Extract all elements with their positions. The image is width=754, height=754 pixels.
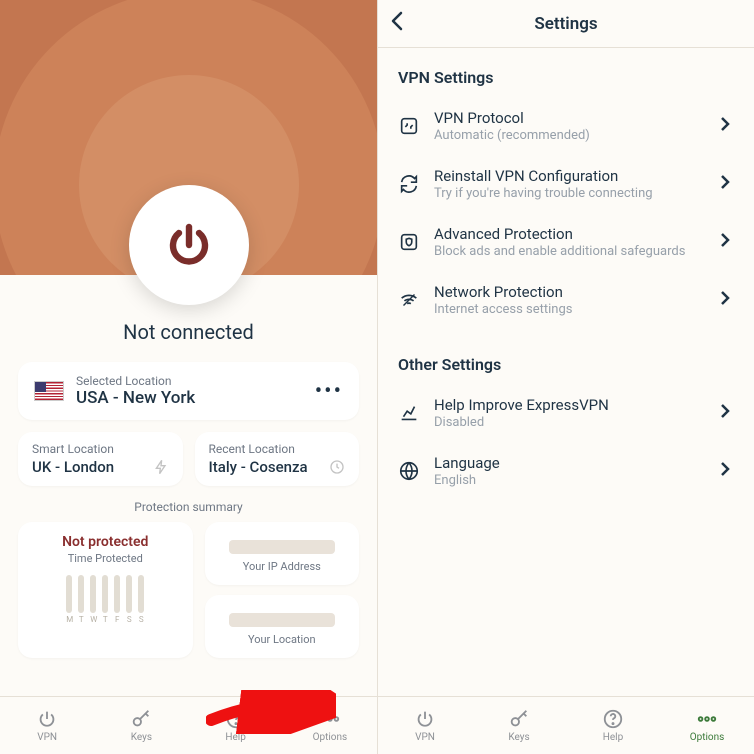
section-title: Other Settings (398, 355, 734, 374)
chevron-right-icon (716, 115, 734, 137)
bottom-nav-right: VPN Keys Help Options (378, 696, 754, 754)
ip-address-card[interactable]: Your IP Address (205, 522, 360, 585)
item-subtitle: Automatic (recommended) (434, 128, 702, 143)
globe-icon (398, 460, 420, 482)
settings-pane: Settings VPN Settings VPN ProtocolAutomat… (377, 0, 754, 754)
key-icon (130, 708, 152, 730)
protocol-icon (398, 115, 420, 137)
item-subtitle: Try if you're having trouble connecting (434, 186, 702, 201)
chevron-left-icon (390, 11, 404, 31)
connect-button[interactable] (129, 185, 249, 305)
nav-help[interactable]: Help (189, 697, 283, 754)
more-icon (319, 708, 341, 730)
nav-vpn[interactable]: VPN (0, 697, 94, 754)
nav-keys[interactable]: Keys (94, 697, 188, 754)
settings-header: Settings (378, 0, 754, 48)
ip-label: Your IP Address (215, 560, 350, 573)
back-button[interactable] (390, 11, 404, 37)
wifi-icon (398, 289, 420, 311)
nav-vpn[interactable]: VPN (378, 697, 472, 754)
shield-icon (398, 231, 420, 253)
location-blurred (229, 613, 336, 627)
not-protected-title: Not protected (28, 534, 183, 550)
smart-location-value: UK - London (32, 458, 114, 476)
item-title: VPN Protocol (434, 109, 702, 127)
settings-item-wifi[interactable]: Network ProtectionInternet access settin… (398, 271, 734, 329)
flag-icon (34, 381, 64, 401)
selected-location-menu[interactable]: ••• (315, 379, 343, 404)
settings-section: Other Settings Help Improve ExpressVPNDis… (378, 335, 754, 506)
item-subtitle: Internet access settings (434, 302, 702, 317)
chevron-right-icon (716, 173, 734, 195)
power-icon (36, 708, 58, 730)
power-icon (414, 708, 436, 730)
smart-location-card[interactable]: Smart Location UK - London (18, 432, 183, 486)
settings-item-chart[interactable]: Help Improve ExpressVPNDisabled (398, 384, 734, 442)
smart-location-label: Smart Location (32, 442, 169, 456)
item-subtitle: Block ads and enable additional safeguar… (434, 244, 702, 259)
item-title: Language (434, 454, 702, 472)
chevron-right-icon (716, 402, 734, 424)
chevron-right-icon (716, 231, 734, 253)
protection-summary-title: Protection summary (18, 500, 359, 514)
selected-location-value: USA - New York (76, 388, 195, 408)
item-title: Help Improve ExpressVPN (434, 396, 702, 414)
your-location-card[interactable]: Your Location (205, 595, 360, 658)
nav-options[interactable]: Options (283, 697, 377, 754)
item-subtitle: Disabled (434, 415, 702, 430)
settings-section: VPN Settings VPN ProtocolAutomatic (recom… (378, 48, 754, 335)
chart-icon (398, 402, 420, 424)
reinstall-icon (398, 173, 420, 195)
section-title: VPN Settings (398, 68, 734, 87)
selected-location-label: Selected Location (76, 374, 195, 388)
more-icon (696, 708, 718, 730)
settings-item-reinstall[interactable]: Reinstall VPN ConfigurationTry if you're… (398, 155, 734, 213)
your-location-label: Your Location (215, 633, 350, 646)
recent-location-value: Italy - Cosenza (209, 458, 308, 476)
settings-title: Settings (534, 14, 597, 34)
item-title: Advanced Protection (434, 225, 702, 243)
chevron-right-icon (716, 289, 734, 311)
item-title: Reinstall VPN Configuration (434, 167, 702, 185)
key-icon (508, 708, 530, 730)
settings-item-globe[interactable]: LanguageEnglish (398, 442, 734, 500)
connection-status: Not connected (0, 320, 377, 344)
nav-help[interactable]: Help (566, 697, 660, 754)
item-title: Network Protection (434, 283, 702, 301)
recent-location-card[interactable]: Recent Location Italy - Cosenza (195, 432, 360, 486)
settings-item-protocol[interactable]: VPN ProtocolAutomatic (recommended) (398, 97, 734, 155)
recent-location-label: Recent Location (209, 442, 346, 456)
chevron-right-icon (716, 460, 734, 482)
nav-keys[interactable]: Keys (472, 697, 566, 754)
settings-item-shield[interactable]: Advanced ProtectionBlock ads and enable … (398, 213, 734, 271)
hero (0, 0, 377, 275)
help-icon (602, 708, 624, 730)
day-labels: MTWTFSS (28, 615, 183, 624)
help-icon (225, 708, 247, 730)
nav-options[interactable]: Options (660, 697, 754, 754)
vpn-main-pane: Not connected Selected Location USA - Ne… (0, 0, 377, 754)
time-protected-label: Time Protected (28, 552, 183, 565)
selected-location-card[interactable]: Selected Location USA - New York ••• (18, 362, 359, 420)
item-subtitle: English (434, 473, 702, 488)
time-protected-bars (28, 575, 183, 613)
ip-blurred (229, 540, 336, 554)
time-protected-card[interactable]: Not protected Time Protected MTWTFSS (18, 522, 193, 658)
bolt-icon (153, 459, 169, 475)
bottom-nav: VPN Keys Help Options (0, 696, 377, 754)
power-icon (165, 221, 213, 269)
clock-icon (329, 459, 345, 475)
